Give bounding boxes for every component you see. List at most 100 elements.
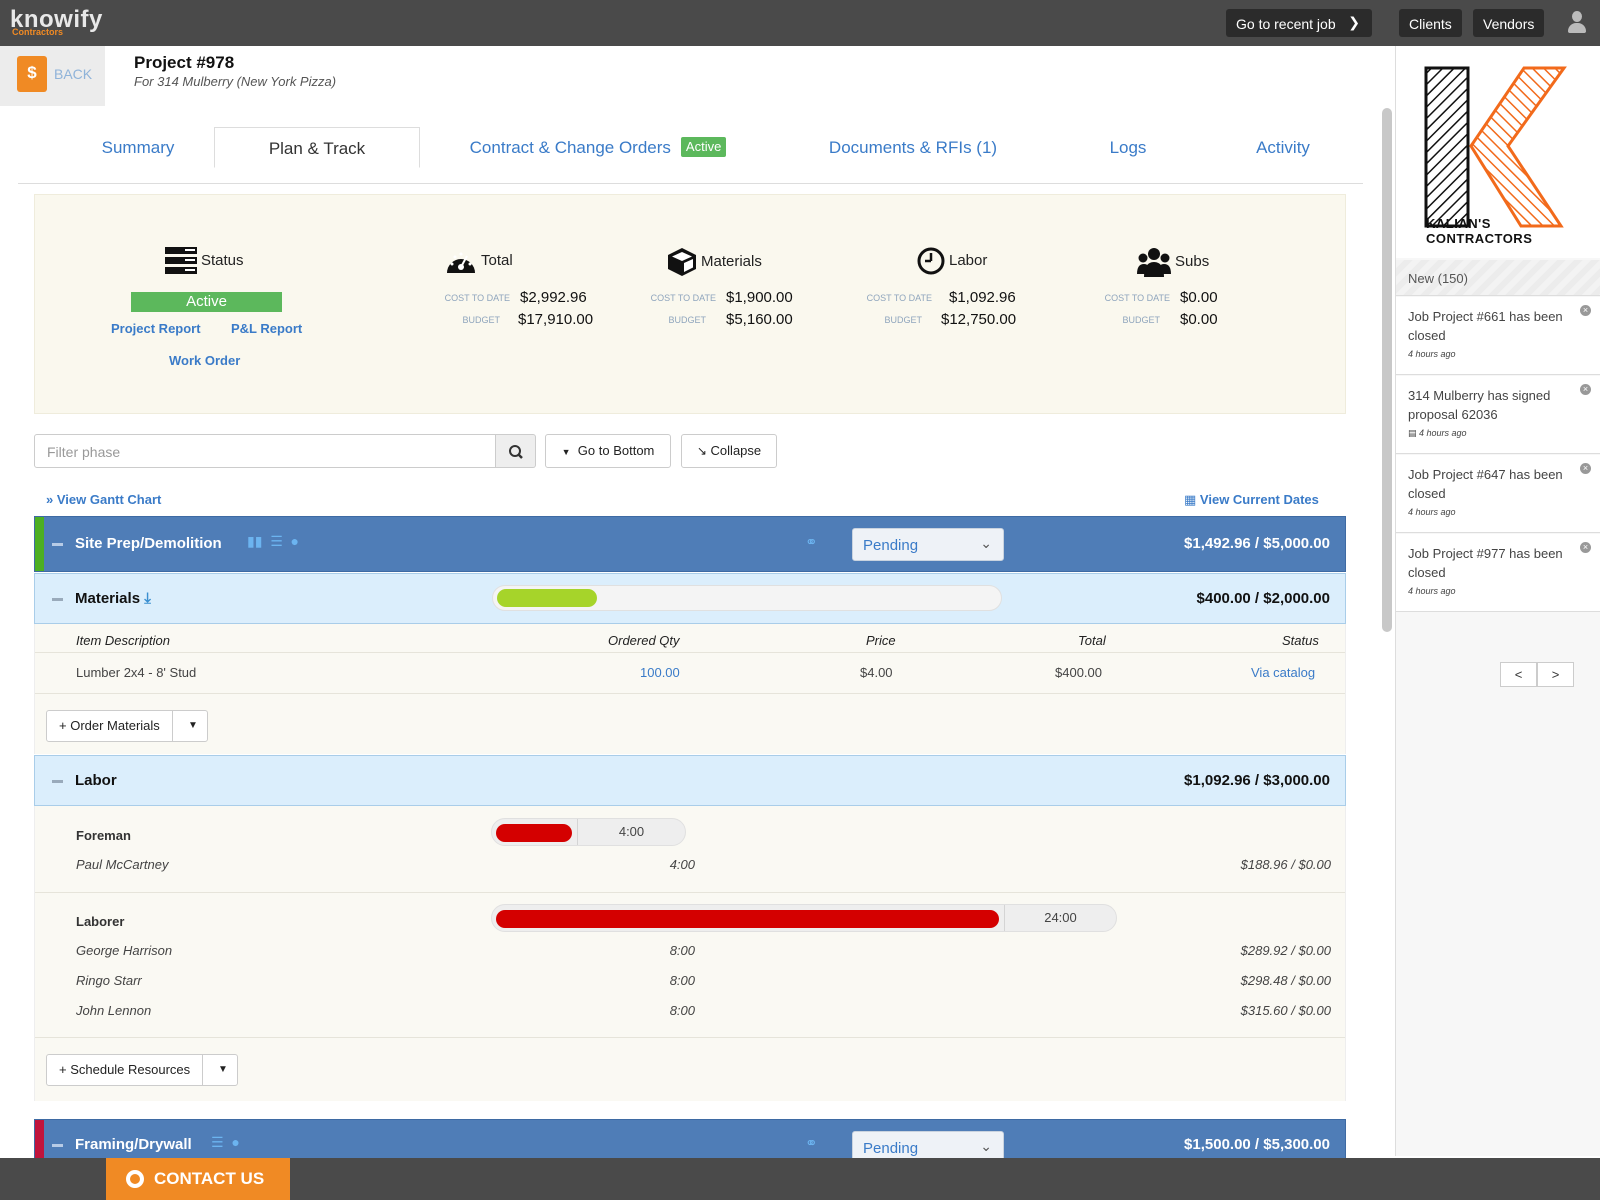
- download-icon[interactable]: ⤓: [144, 590, 151, 607]
- tab-documents-rfis[interactable]: Documents & RFIs (1): [808, 127, 1018, 168]
- cost-to-date-label: COST TO DATE: [444, 293, 510, 303]
- contact-us-label: CONTACT US: [154, 1169, 265, 1188]
- search-button[interactable]: [496, 434, 536, 468]
- col-status: Status: [1282, 633, 1319, 648]
- collapse-phase-icon[interactable]: [52, 543, 63, 546]
- labor-cost-value: $1,092.96: [949, 289, 1016, 306]
- tab-summary[interactable]: Summary: [58, 127, 218, 168]
- tab-contract-change-orders[interactable]: Contract & Change Orders Active: [448, 127, 748, 168]
- budget-label: BUDGET: [1122, 315, 1160, 325]
- view-current-dates-link[interactable]: ▦ View Current Dates: [1184, 492, 1319, 508]
- app-logo[interactable]: knowify Contractors: [10, 6, 103, 37]
- recent-job-dropdown[interactable]: Go to recent job ❯: [1226, 9, 1372, 37]
- schedule-resources-label[interactable]: + Schedule Resources: [47, 1055, 204, 1085]
- role-hours: 4:00: [577, 819, 685, 845]
- phase-status-select[interactable]: Pending ⌄: [852, 528, 1004, 561]
- divider: [35, 652, 1345, 653]
- close-icon[interactable]: ×: [1580, 384, 1591, 395]
- notification-time: 4 hours ago: [1408, 507, 1456, 517]
- schedule-resources-button[interactable]: + Schedule Resources ▼: [46, 1054, 238, 1086]
- material-qty[interactable]: 100.00: [640, 665, 680, 680]
- total-budget-value: $17,910.00: [518, 311, 594, 328]
- divider: [35, 1037, 1345, 1038]
- filter-phase-input[interactable]: Filter phase: [34, 434, 496, 468]
- laborer-hours-bar: 24:00: [491, 904, 1117, 932]
- materials-section-header[interactable]: Materials ⤓ $400.00 / $2,000.00: [34, 573, 1346, 624]
- link-icon[interactable]: ⚭: [805, 533, 818, 551]
- col-price: Price: [866, 633, 896, 648]
- cube-icon: [668, 248, 696, 276]
- close-icon[interactable]: ×: [1580, 463, 1591, 474]
- materials-progress-fill: [497, 589, 597, 607]
- budget-label: BUDGET: [884, 315, 922, 325]
- list-icon[interactable]: ☰: [270, 533, 283, 549]
- caret-down-icon: ▼: [561, 447, 571, 457]
- book-icon[interactable]: ▮▮: [247, 533, 262, 549]
- close-icon[interactable]: ×: [1580, 542, 1591, 553]
- notification-item[interactable]: Job Project #661 has been closed 4 hours…: [1396, 297, 1600, 375]
- back-label: BACK: [54, 66, 93, 82]
- calendar-icon: ▦: [1184, 492, 1197, 507]
- comment-icon[interactable]: ●: [231, 1134, 239, 1150]
- view-gantt-chart-link[interactable]: » View Gantt Chart: [46, 492, 161, 507]
- notification-item[interactable]: Job Project #977 has been closed 4 hours…: [1396, 534, 1600, 612]
- tab-activity[interactable]: Activity: [1213, 127, 1353, 168]
- order-materials-label[interactable]: + Order Materials: [47, 711, 173, 741]
- caret-down-icon[interactable]: ▼: [179, 711, 207, 741]
- notification-text: Job Project #977 has been closed: [1408, 546, 1563, 580]
- notification-text: Job Project #647 has been closed: [1408, 467, 1563, 501]
- pl-report-link[interactable]: P&L Report: [231, 321, 302, 336]
- phase-amount: $1,492.96 / $5,000.00: [1184, 535, 1330, 552]
- role-name: Laborer: [76, 914, 125, 929]
- materials-budget-value: $5,160.00: [726, 311, 793, 328]
- phase-color-stripe: [35, 1120, 44, 1158]
- cost-to-date-label: COST TO DATE: [650, 293, 716, 303]
- clients-button[interactable]: Clients: [1399, 9, 1462, 37]
- comment-icon[interactable]: ●: [291, 533, 299, 549]
- list-icon[interactable]: ☰: [211, 1134, 224, 1150]
- search-icon: [509, 445, 523, 459]
- collapse-phase-icon[interactable]: [52, 1144, 63, 1147]
- contact-us-button[interactable]: CONTACT US: [106, 1158, 290, 1200]
- col-item-description: Item Description: [76, 633, 170, 648]
- scrollbar[interactable]: [1382, 108, 1392, 632]
- phase-header[interactable]: Framing/Drywall ☰ ● ⚭ Pending ⌄ $1,500.00…: [34, 1119, 1346, 1159]
- double-chevron-right-icon: »: [46, 492, 54, 507]
- notification-item[interactable]: Job Project #647 has been closed 4 hours…: [1396, 455, 1600, 533]
- prev-page-button[interactable]: <: [1500, 662, 1537, 687]
- project-tabs: Summary Plan & Track Contract & Change O…: [18, 127, 1363, 184]
- subs-budget-value: $0.00: [1180, 311, 1218, 328]
- collapse-labor-icon[interactable]: [52, 780, 63, 783]
- close-icon[interactable]: ×: [1580, 305, 1591, 316]
- project-report-link[interactable]: Project Report: [111, 321, 201, 336]
- tab-plan-track[interactable]: Plan & Track: [214, 127, 420, 168]
- caret-down-icon[interactable]: ▼: [209, 1055, 237, 1085]
- go-to-bottom-button[interactable]: ▼ Go to Bottom: [545, 434, 671, 468]
- collapse-materials-icon[interactable]: [52, 598, 63, 601]
- order-materials-button[interactable]: + Order Materials ▼: [46, 710, 208, 742]
- phase-status-select[interactable]: Pending ⌄: [852, 1131, 1004, 1158]
- gantt-label: View Gantt Chart: [56, 492, 162, 507]
- tab-logs[interactable]: Logs: [1068, 127, 1188, 168]
- notification-item[interactable]: 314 Mulberry has signed proposal 62036 ▤…: [1396, 376, 1600, 454]
- work-order-link[interactable]: Work Order: [169, 353, 240, 368]
- status-value: Pending: [863, 537, 919, 554]
- back-button[interactable]: $ BACK: [0, 46, 105, 106]
- link-icon[interactable]: ⚭: [805, 1134, 818, 1152]
- next-page-button[interactable]: >: [1537, 662, 1574, 687]
- phase-header[interactable]: Site Prep/Demolition ▮▮ ☰ ● ⚭ Pending ⌄ $…: [34, 516, 1346, 572]
- material-total: $400.00: [1055, 665, 1102, 680]
- cost-to-date-label: COST TO DATE: [1104, 293, 1170, 303]
- vendors-button[interactable]: Vendors: [1473, 9, 1545, 37]
- user-icon[interactable]: [1567, 11, 1587, 35]
- status-title: Status: [201, 251, 244, 269]
- foreman-hours-bar: 4:00: [491, 818, 686, 846]
- collapse-button[interactable]: ↘ Collapse: [681, 434, 777, 468]
- worker-hours: 8:00: [669, 943, 695, 958]
- labor-section-header[interactable]: Labor $1,092.96 / $3,000.00: [34, 755, 1346, 806]
- project-subtitle: For 314 Mulberry (New York Pizza): [134, 74, 337, 89]
- material-status-link[interactable]: Via catalog: [1251, 665, 1315, 680]
- notification-time: 4 hours ago: [1408, 349, 1456, 359]
- materials-label: Materials: [75, 590, 141, 607]
- notification-time: 4 hours ago: [1419, 428, 1467, 438]
